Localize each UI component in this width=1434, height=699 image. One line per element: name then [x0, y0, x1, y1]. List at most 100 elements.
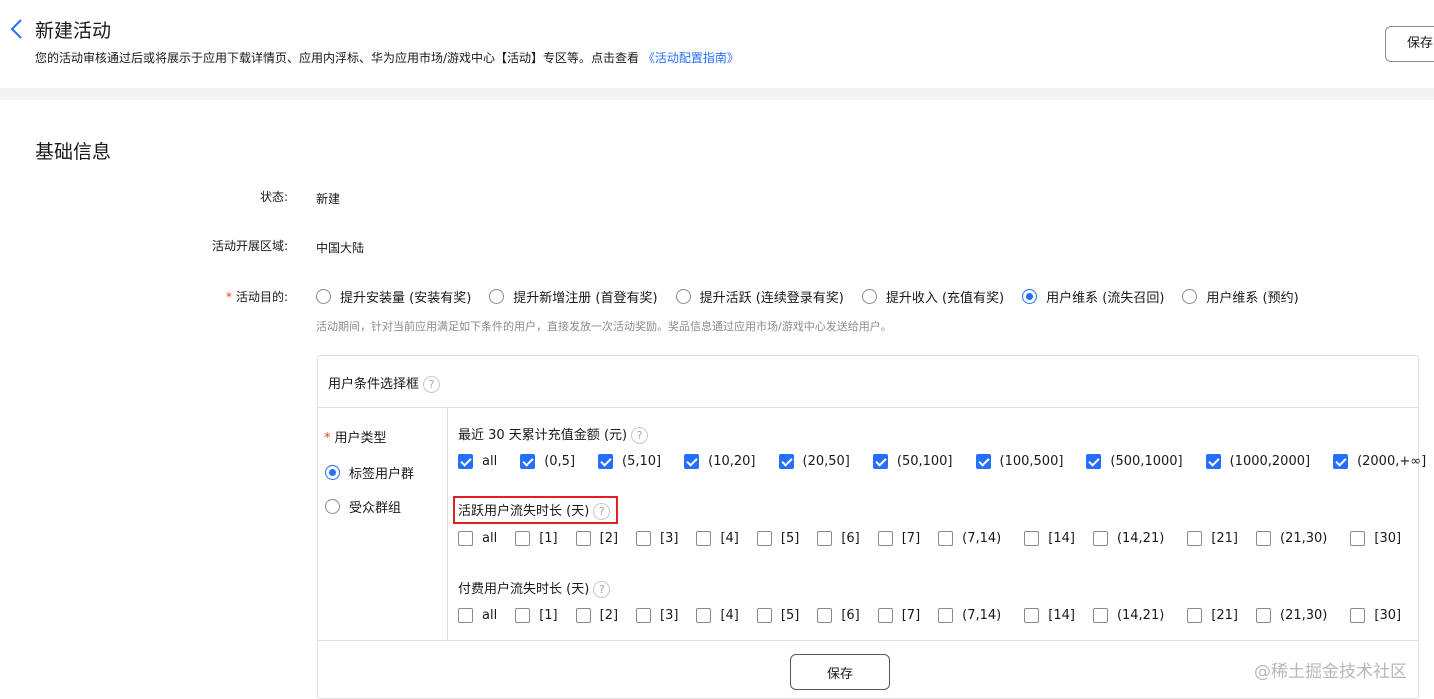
checkbox-checked-icon[interactable] [458, 454, 473, 469]
checkbox-option[interactable]: [3] [636, 531, 678, 546]
back-arrow-icon[interactable] [8, 18, 26, 40]
checkbox-option[interactable]: (50,100] [872, 454, 953, 469]
checkbox-option[interactable]: [2] [575, 531, 618, 546]
checkbox-icon[interactable] [1256, 608, 1271, 623]
checkbox-option[interactable]: [5] [756, 531, 799, 546]
checkbox-icon[interactable] [938, 531, 954, 546]
checkbox-icon[interactable] [1350, 608, 1366, 623]
purpose-option[interactable]: 用户维系 (预约) [1182, 287, 1299, 306]
checkbox-option[interactable]: [5] [756, 608, 799, 623]
checkbox-icon[interactable] [877, 531, 893, 546]
checkbox-option[interactable]: [14] [1024, 531, 1075, 546]
checkbox-option[interactable]: [3] [636, 608, 678, 623]
purpose-option[interactable]: 用户维系 (流失召回) [1022, 287, 1164, 306]
checkbox-icon[interactable] [458, 608, 473, 623]
checkbox-option[interactable]: all [458, 531, 497, 546]
checkbox-option[interactable]: (14,21) [1092, 531, 1164, 546]
purpose-option[interactable]: 提升新增注册 (首登有奖) [489, 287, 658, 306]
help-icon[interactable]: ? [423, 376, 441, 393]
checkbox-option[interactable]: (2000,+∞] [1333, 454, 1426, 469]
checkbox-checked-icon[interactable] [520, 454, 536, 469]
checkbox-checked-icon[interactable] [598, 454, 614, 469]
checkbox-option[interactable]: (0,5] [520, 454, 575, 469]
checkbox-option[interactable]: [4] [696, 608, 739, 623]
radio-icon[interactable] [316, 289, 331, 304]
checkbox-icon[interactable] [636, 531, 652, 546]
checkbox-option[interactable]: (20,50] [778, 454, 850, 469]
purpose-option[interactable]: 提升收入 (充值有奖) [861, 287, 1004, 306]
checkbox-option[interactable]: [6] [817, 608, 860, 623]
checkbox-icon[interactable] [1092, 531, 1108, 546]
radio-selected-icon[interactable] [325, 465, 340, 480]
checkbox-option[interactable]: [6] [817, 531, 860, 546]
checkbox-option[interactable]: (21,30) [1256, 531, 1327, 546]
checkbox-checked-icon[interactable] [684, 454, 700, 469]
checkbox-checked-icon[interactable] [975, 454, 991, 469]
checkbox-checked-icon[interactable] [872, 454, 888, 469]
checkbox-icon[interactable] [877, 608, 893, 623]
checkbox-icon[interactable] [515, 531, 531, 546]
checkbox-icon[interactable] [1187, 531, 1203, 546]
checkbox-checked-icon[interactable] [1086, 454, 1102, 469]
panel-save-button[interactable]: 保存 [790, 654, 890, 690]
checkbox-icon[interactable] [1024, 608, 1040, 623]
checkbox-icon[interactable] [756, 608, 772, 623]
user-type-option[interactable]: 受众群组 [325, 497, 401, 516]
radio-icon[interactable] [489, 289, 505, 304]
checkbox-option[interactable]: [7] [877, 608, 920, 623]
checkbox-option[interactable]: all [458, 608, 497, 623]
checkbox-option[interactable]: (1000,2000] [1205, 454, 1310, 469]
checkbox-option[interactable]: [2] [575, 608, 618, 623]
radio-icon[interactable] [1182, 289, 1198, 304]
help-icon[interactable]: ? [631, 427, 649, 444]
checkbox-option[interactable]: (10,20] [684, 454, 756, 469]
checkbox-icon[interactable] [696, 531, 712, 546]
checkbox-icon[interactable] [817, 608, 833, 623]
checkbox-icon[interactable] [458, 531, 473, 546]
checkbox-icon[interactable] [1187, 608, 1203, 623]
checkbox-option[interactable]: all [458, 454, 497, 469]
checkbox-checked-icon[interactable] [778, 454, 794, 469]
config-guide-link[interactable]: 《活动配置指南》 [643, 51, 739, 65]
checkbox-option[interactable]: [1] [515, 608, 558, 623]
checkbox-option[interactable]: [1] [515, 531, 558, 546]
checkbox-icon[interactable] [575, 531, 591, 546]
checkbox-icon[interactable] [696, 608, 712, 623]
checkbox-icon[interactable] [817, 531, 833, 546]
checkbox-icon[interactable] [1024, 531, 1040, 546]
checkbox-icon[interactable] [756, 531, 772, 546]
checkbox-option[interactable]: [30] [1350, 608, 1401, 623]
checkbox-icon[interactable] [575, 608, 591, 623]
checkbox-option[interactable]: (500,1000] [1086, 454, 1183, 469]
checkbox-option[interactable]: [21] [1187, 531, 1238, 546]
checkbox-icon[interactable] [938, 608, 954, 623]
purpose-option[interactable]: 提升安装量 (安装有奖) [316, 287, 471, 306]
checkbox-checked-icon[interactable] [1205, 454, 1221, 469]
checkbox-option[interactable]: (21,30) [1256, 608, 1327, 623]
checkbox-option[interactable]: [4] [696, 531, 739, 546]
radio-icon[interactable] [675, 289, 691, 304]
checkbox-icon[interactable] [1350, 531, 1366, 546]
checkbox-option[interactable]: (7,14) [938, 608, 1001, 623]
checkbox-option[interactable]: (5,10] [598, 454, 661, 469]
checkbox-option[interactable]: [14] [1024, 608, 1075, 623]
radio-icon[interactable] [861, 289, 877, 304]
radio-selected-icon[interactable] [1022, 289, 1038, 304]
checkbox-option[interactable]: (7,14) [938, 531, 1001, 546]
help-icon[interactable]: ? [593, 581, 611, 598]
radio-icon[interactable] [325, 499, 340, 514]
header-save-button[interactable]: 保存 [1385, 26, 1434, 62]
checkbox-option[interactable]: [30] [1350, 531, 1401, 546]
checkbox-checked-icon[interactable] [1333, 454, 1349, 469]
purpose-option[interactable]: 提升活跃 (连续登录有奖) [675, 287, 844, 306]
help-icon[interactable]: ? [593, 503, 611, 520]
checkbox-option[interactable]: [21] [1187, 608, 1238, 623]
user-type-option[interactable]: 标签用户群 [325, 463, 414, 482]
checkbox-icon[interactable] [515, 608, 531, 623]
checkbox-icon[interactable] [1256, 531, 1271, 546]
checkbox-icon[interactable] [1092, 608, 1108, 623]
checkbox-icon[interactable] [636, 608, 652, 623]
checkbox-option[interactable]: [7] [877, 531, 920, 546]
checkbox-option[interactable]: (14,21) [1092, 608, 1164, 623]
checkbox-option[interactable]: (100,500] [975, 454, 1063, 469]
